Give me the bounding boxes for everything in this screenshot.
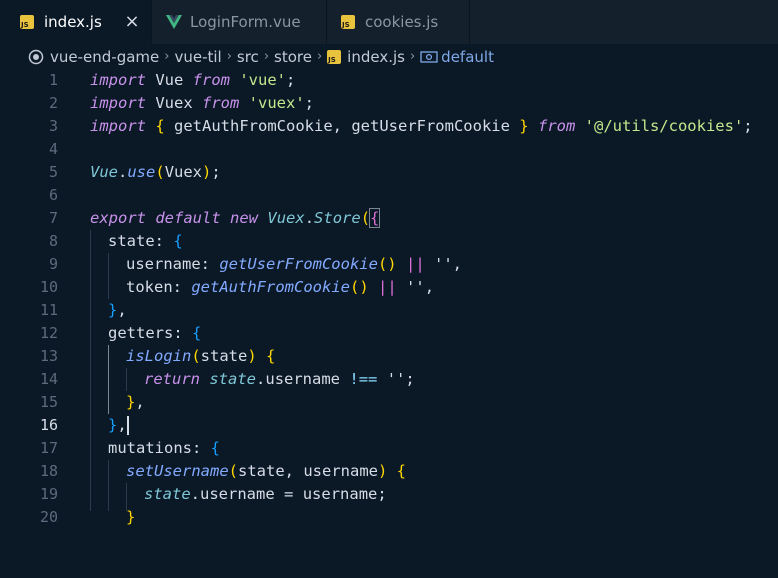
chevron-right-icon: ›	[263, 49, 270, 64]
line-number: 19	[39, 485, 58, 503]
breadcrumb-item-default[interactable]: default	[420, 48, 494, 66]
line-number: 11	[39, 301, 58, 319]
code-text: state: {	[108, 232, 183, 250]
code-line: 5 Vue.use(Vuex);	[0, 161, 778, 184]
code-line: 14 return state.username !== '';	[0, 368, 778, 391]
line-number: 14	[39, 370, 58, 388]
chevron-right-icon: ›	[164, 49, 170, 64]
breadcrumb-item-src[interactable]: src	[237, 48, 259, 66]
breadcrumb-label: index.js	[347, 47, 405, 66]
code-line: 19 state.username = username;	[0, 483, 778, 506]
line-number: 4	[48, 140, 58, 158]
breadcrumb-item-vue-til[interactable]: vue-til	[174, 48, 221, 66]
code-line-current: 16 },	[0, 414, 778, 437]
line-number: 12	[39, 324, 58, 342]
line-number: 3	[48, 117, 58, 135]
code-line: 9 username: getUserFromCookie() || '',	[0, 253, 778, 276]
js-icon: JS	[327, 49, 342, 64]
line-number: 9	[48, 255, 58, 273]
line-number: 6	[48, 186, 58, 204]
code-text: Vue.use(Vuex);	[90, 163, 221, 181]
breadcrumb-label: default	[441, 47, 494, 66]
js-icon: JS	[341, 15, 355, 29]
code-text: username: getUserFromCookie() || '',	[126, 255, 463, 273]
code-line: 3 import { getAuthFromCookie, getUserFro…	[0, 115, 778, 138]
code-text: getters: {	[108, 324, 202, 342]
code-text: state.username = username;	[144, 485, 387, 503]
code-text: return state.username !== '';	[144, 370, 415, 388]
text-cursor	[127, 416, 129, 435]
tab-bar: JS index.js × LoginForm.vue JS cookies.j…	[0, 0, 778, 44]
chevron-right-icon: ›	[316, 49, 323, 64]
line-number: 8	[48, 232, 58, 250]
code-text: import Vuex from 'vuex';	[90, 94, 315, 112]
breadcrumb-label: src	[236, 47, 259, 66]
code-line: 4	[0, 138, 778, 161]
code-editor[interactable]: 1 import Vue from 'vue'; 2 import Vuex f…	[0, 69, 778, 526]
code-line: 8 state: {	[0, 230, 778, 253]
close-icon[interactable]: ×	[123, 11, 141, 32]
tab-loginform-vue[interactable]: LoginForm.vue	[152, 0, 327, 44]
breadcrumb-item-store[interactable]: store	[274, 48, 312, 66]
chevron-right-icon: ›	[226, 49, 232, 64]
js-icon: JS	[20, 15, 34, 29]
code-line: 18 setUsername(state, username) {	[0, 460, 778, 483]
tab-label: LoginForm.vue	[190, 13, 301, 31]
code-line: 20 }	[0, 506, 778, 529]
code-line: 6	[0, 184, 778, 207]
code-line: 7 export default new Vuex.Store({	[0, 207, 778, 230]
breadcrumb-label: store	[274, 47, 312, 66]
line-number: 17	[39, 439, 58, 457]
code-text: mutations: {	[108, 439, 221, 457]
code-line: 12 getters: {	[0, 322, 778, 345]
code-text: export default new Vuex.Store({	[90, 208, 381, 228]
breadcrumb: vue-end-game › vue-til › src › store › J…	[0, 44, 778, 69]
tab-index-js[interactable]: JS index.js ×	[0, 0, 152, 44]
line-number: 18	[39, 462, 58, 480]
code-line: 10 token: getAuthFromCookie() || '',	[0, 276, 778, 299]
code-text: token: getAuthFromCookie() || '',	[126, 278, 435, 296]
line-number: 2	[48, 94, 58, 112]
code-text: import Vue from 'vue';	[90, 71, 296, 89]
breadcrumb-item-workspace[interactable]: vue-end-game	[28, 48, 159, 66]
code-text: }	[126, 508, 136, 526]
line-number: 7	[48, 209, 58, 227]
code-text: setUsername(state, username) {	[126, 462, 407, 480]
symbol-variable-icon	[420, 50, 438, 64]
code-line: 1 import Vue from 'vue';	[0, 69, 778, 92]
circle-dot-icon	[28, 49, 44, 65]
line-number: 5	[48, 163, 58, 181]
code-line: 11 },	[0, 299, 778, 322]
line-number: 15	[39, 393, 58, 411]
vue-icon	[166, 15, 182, 29]
code-text: isLogin(state) {	[126, 347, 276, 365]
code-text: },	[108, 416, 127, 434]
line-number: 20	[39, 508, 58, 526]
line-number: 1	[48, 71, 58, 89]
breadcrumb-label: vue-end-game	[50, 47, 160, 66]
line-number: 13	[39, 347, 58, 365]
tab-label: index.js	[44, 13, 102, 31]
line-number: 16	[39, 416, 58, 434]
breadcrumb-item-index-js[interactable]: JS index.js	[327, 48, 405, 66]
code-line: 2 import Vuex from 'vuex';	[0, 92, 778, 115]
breadcrumb-label: vue-til	[174, 47, 222, 66]
code-line: 15 },	[0, 391, 778, 414]
code-text: },	[126, 393, 145, 411]
code-line: 13 isLogin(state) {	[0, 345, 778, 368]
code-text: import { getAuthFromCookie, getUserFromC…	[90, 117, 753, 135]
code-text: },	[108, 301, 127, 319]
code-line: 17 mutations: {	[0, 437, 778, 460]
tab-cookies-js[interactable]: JS cookies.js	[327, 0, 470, 44]
line-number: 10	[39, 278, 58, 296]
chevron-right-icon: ›	[409, 49, 416, 64]
tab-label: cookies.js	[365, 13, 439, 31]
